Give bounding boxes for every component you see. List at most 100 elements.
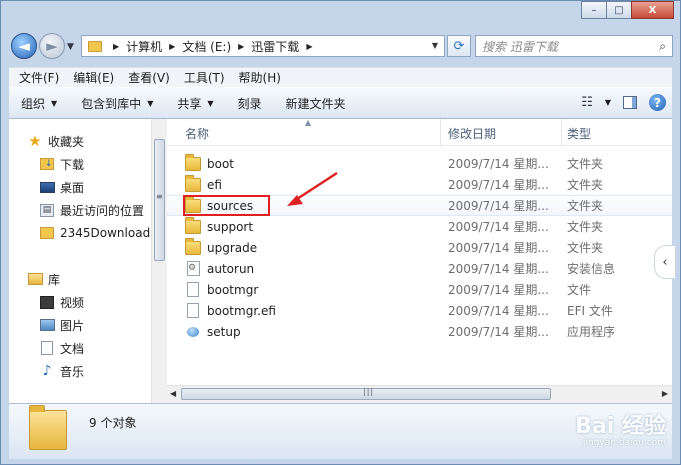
menu-edit[interactable]: 编辑(E) (67, 69, 122, 86)
file-name: boot (207, 156, 235, 171)
command-bar: 组织 ▼ 包含到库中 ▼ 共享 ▼ 刻录 新建文件夹 ☷ ▼ ? (9, 87, 672, 119)
nav-item-pictures[interactable]: 图片 (39, 315, 84, 335)
file-name: support (207, 219, 254, 234)
file-date: 2009/7/14 星期... (448, 283, 549, 297)
file-row-setup[interactable]: setup 2009/7/14 星期... 应用程序 (167, 321, 672, 342)
file-name-cell: upgrade (185, 237, 258, 255)
file-name: efi (207, 177, 222, 192)
file-row-bootmgr[interactable]: bootmgr 2009/7/14 星期... 文件 (167, 279, 672, 300)
breadcrumb-current-folder[interactable]: 迅雷下载 (251, 38, 299, 55)
folder-icon (185, 153, 201, 171)
view-options-dropdown-icon[interactable]: ▼ (605, 98, 611, 107)
nav-item-label: 桌面 (60, 180, 85, 195)
watermark: Bai 经验 jingyan.baidu.com (575, 408, 666, 448)
breadcrumb-separator-icon[interactable]: ▶ (306, 42, 312, 51)
breadcrumb: ▶ 计算机 ▶ 文档 (E:) ▶ 迅雷下载 ▶ (106, 38, 319, 55)
nav-item-desktop[interactable]: 桌面 (39, 177, 84, 197)
file-date: 2009/7/14 星期... (448, 304, 549, 318)
preview-pane-icon[interactable] (623, 96, 637, 109)
folder-icon (29, 405, 67, 450)
file-type: 文件夹 (567, 178, 604, 192)
column-divider[interactable] (440, 119, 441, 145)
scroll-left-icon[interactable]: ◀ (170, 389, 176, 398)
library-icon (27, 272, 43, 286)
burn-label: 刻录 (237, 96, 262, 111)
file-type: 文件夹 (567, 157, 604, 171)
expand-pane-handle[interactable]: ‹ (654, 245, 676, 279)
address-bar[interactable]: ▶ 计算机 ▶ 文档 (E:) ▶ 迅雷下载 ▶ ▼ (81, 35, 445, 57)
minimize-button[interactable]: – (581, 1, 607, 19)
history-dropdown-icon[interactable]: ▼ (67, 42, 74, 52)
file-name-cell: support (185, 216, 254, 234)
nav-item-downloads[interactable]: ↓ 下载 (39, 154, 84, 174)
column-divider[interactable] (561, 119, 562, 145)
file-name: upgrade (207, 240, 258, 255)
scroll-right-icon[interactable]: ▶ (662, 389, 668, 398)
close-button[interactable]: X (631, 1, 674, 19)
file-name: autorun (207, 261, 255, 276)
menu-view[interactable]: 查看(V) (122, 69, 178, 86)
file-row-bootmgr-efi[interactable]: bootmgr.efi 2009/7/14 星期... EFI 文件 (167, 300, 672, 321)
burn-button[interactable]: 刻录 (226, 95, 274, 112)
menu-file[interactable]: 文件(F) (13, 69, 67, 86)
star-icon: ★ (28, 132, 42, 150)
folder-icon (185, 237, 201, 255)
nav-item-label: 音乐 (60, 364, 85, 379)
back-button[interactable]: ◄ (11, 33, 37, 59)
scroll-grip-icon: ≡ (156, 192, 163, 201)
maximize-button[interactable]: □ (606, 1, 632, 19)
breadcrumb-separator-icon[interactable]: ▶ (169, 42, 175, 51)
recent-places-icon: ▤ (39, 203, 55, 217)
desktop-icon (39, 180, 55, 194)
menu-tools[interactable]: 工具(T) (178, 69, 233, 86)
nav-item-2345downloads[interactable]: 2345Downloads (39, 223, 151, 243)
column-name-header[interactable]: 名称 (185, 125, 209, 142)
horizontal-scrollbar[interactable]: ◀ ||| ▶ (167, 385, 672, 403)
organize-button[interactable]: 组织 ▼ (9, 95, 69, 112)
file-type: 文件夹 (567, 220, 604, 234)
file-type: 应用程序 (567, 325, 616, 339)
navigation-scrollbar[interactable]: ≡ (151, 119, 167, 403)
file-name-cell: setup (185, 324, 241, 339)
nav-item-music[interactable]: ♪ 音乐 (39, 361, 84, 381)
file-type: 文件夹 (567, 241, 604, 255)
address-dropdown-icon[interactable]: ▼ (432, 41, 438, 50)
share-button[interactable]: 共享 ▼ (165, 95, 225, 112)
search-input[interactable]: 搜索 迅雷下载 ⌕ (475, 35, 673, 57)
document-library-icon (39, 341, 55, 355)
breadcrumb-separator-icon[interactable]: ▶ (113, 42, 119, 51)
file-name: bootmgr (207, 282, 259, 297)
file-name-cell: autorun (185, 261, 254, 276)
nav-favorites[interactable]: ★ 收藏夹 (27, 131, 84, 151)
file-date: 2009/7/14 星期... (448, 262, 549, 276)
nav-item-label: 2345Downloads (60, 226, 151, 240)
refresh-button[interactable]: ⟳ (447, 35, 471, 57)
nav-item-documents[interactable]: 文档 (39, 338, 84, 358)
help-icon[interactable]: ? (649, 94, 666, 111)
details-pane: 9 个对象 Bai 经验 jingyan.baidu.com (9, 403, 672, 459)
forward-button[interactable]: ► (39, 33, 65, 59)
file-icon (187, 282, 199, 297)
change-view-icon[interactable]: ☷ (581, 95, 593, 110)
search-icon[interactable]: ⌕ (659, 39, 666, 54)
file-row-autorun[interactable]: autorun 2009/7/14 星期... 安装信息 (167, 258, 672, 279)
file-type: EFI 文件 (567, 304, 613, 318)
nav-item-videos[interactable]: 视频 (39, 292, 84, 312)
nav-libraries[interactable]: 库 (27, 269, 60, 289)
nav-item-recent-places[interactable]: ▤ 最近访问的位置 (39, 200, 144, 220)
nav-item-label: 最近访问的位置 (60, 203, 145, 218)
breadcrumb-drive[interactable]: 文档 (E:) (182, 38, 231, 55)
nav-item-label: 图片 (60, 318, 85, 333)
column-date-header[interactable]: 修改日期 (448, 125, 496, 142)
breadcrumb-computer[interactable]: 计算机 (126, 38, 162, 55)
item-count: 9 个对象 (89, 416, 137, 430)
menu-help[interactable]: 帮助(H) (233, 69, 289, 86)
navigation-pane: ★ 收藏夹 ↓ 下载 桌面 ▤ 最近访问的位置 2345Downloads 库 (9, 119, 151, 403)
new-folder-button[interactable]: 新建文件夹 (274, 95, 358, 112)
nav-item-label: 文档 (60, 341, 85, 356)
include-in-library-button[interactable]: 包含到库中 ▼ (69, 95, 165, 112)
column-type-header[interactable]: 类型 (567, 125, 591, 142)
breadcrumb-separator-icon[interactable]: ▶ (238, 42, 244, 51)
scroll-grip-icon: ||| (363, 387, 375, 396)
setup-app-icon (186, 324, 200, 339)
